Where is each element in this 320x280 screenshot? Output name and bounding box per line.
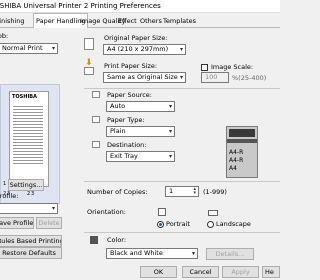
chevron-down-icon: ▾ [168,153,172,160]
delete-button[interactable]: Delete [36,217,62,229]
paper-source-value: Auto [110,102,126,110]
color-value: Black and White [110,249,163,257]
original-paper-icon [84,38,94,50]
destination-icon [92,141,100,148]
destination-label: Destination: [107,141,147,149]
chevron-down-icon: ▾ [179,46,183,53]
image-scale-range: %(25-400) [232,74,267,82]
copies-value: 1 [169,187,174,195]
orientation-label: Orientation: [87,208,126,216]
tab-templates[interactable]: Templates [161,15,198,27]
print-size-select[interactable]: Same as Original Size ▾ [103,72,186,83]
spinner-icon[interactable]: ▴ ▾ [193,187,196,196]
paper-type-select[interactable]: Plain ▾ [106,126,175,137]
image-scale-input[interactable]: 100 [201,72,229,83]
job-label: Job: [0,32,9,40]
tab-others[interactable]: Others [138,15,164,27]
rules-based-printings-button[interactable]: Rules Based Printings... [0,235,62,247]
profile-label: Profile: [0,192,19,200]
chevron-down-icon: ▾ [168,128,172,135]
chevron-down-icon: ▾ [168,103,172,110]
print-size-value: Same as Original Size [107,73,178,81]
landscape-icon [208,210,218,216]
paper-source-label: Paper Source: [107,91,152,99]
image-scale-label: Image Scale: [211,63,254,71]
chevron-down-icon: ▾ [51,205,55,212]
tray-label-2: A4-R [229,157,244,164]
printer-top [229,129,255,137]
separator [84,88,280,89]
tray-label-1: A4-R [229,149,244,156]
print-paper-icon [84,67,94,75]
save-profile-button[interactable]: Save Profile [0,217,34,229]
job-value: Normal Print [2,44,43,52]
tab-effect[interactable]: Effect [116,15,139,27]
original-size-select[interactable]: A4 (210 x 297mm) ▾ [103,44,186,55]
help-button[interactable]: He [262,266,280,278]
portrait-radio[interactable] [157,221,164,228]
job-select[interactable]: Normal Print ▾ [0,43,58,54]
printer-output-tray [227,139,257,143]
copies-range: (1-999) [203,188,227,196]
color-icon [90,236,98,244]
copies-input[interactable]: 1 ▴ ▾ [165,186,199,197]
preview-page: TOSHIBA [9,91,49,187]
tab-bar: Finishing Paper Handling Image Quality E… [0,13,280,28]
print-size-label: Print Paper Size: [104,62,158,70]
apply-button[interactable]: Apply [222,266,259,278]
chevron-down-icon: ▾ [179,74,183,81]
separator [84,232,280,233]
portrait-icon [158,208,166,216]
color-select[interactable]: Black and White ▾ [106,248,198,259]
landscape-radio[interactable] [207,221,214,228]
restore-defaults-button[interactable]: Restore Defaults [0,247,62,259]
original-size-label: Original Paper Size: [104,34,168,42]
paper-source-select[interactable]: Auto ▾ [106,101,175,112]
printer-image: A4-R A4-R A4 [226,126,258,178]
paper-type-icon [92,116,100,123]
image-scale-checkbox[interactable] [201,64,208,71]
paper-type-label: Paper Type: [107,116,145,124]
chevron-down-icon: ▾ [191,250,195,257]
destination-select[interactable]: Exit Tray ▾ [106,151,175,162]
tray-label-3: A4 [229,165,237,172]
preview-num-1: 1 [3,181,7,187]
window-title: TOSHIBA Universal Printer 2 Printing Pre… [0,2,161,10]
left-panel: Job: Normal Print ▾ TOSHIBA 1 2 3 2 3 Se… [0,28,63,280]
separator [84,181,280,182]
landscape-label: Landscape [216,220,251,228]
preview-num-5: 3 [31,191,35,197]
details-button[interactable]: Details... [206,248,254,260]
original-size-value: A4 (210 x 297mm) [107,45,169,53]
tab-finishing[interactable]: Finishing [0,15,27,27]
ok-button[interactable]: OK [140,266,177,278]
destination-value: Exit Tray [110,152,138,160]
chevron-down-icon: ▾ [51,45,55,52]
color-label: Color: [107,236,127,244]
title-bar: TOSHIBA Universal Printer 2 Printing Pre… [0,0,280,13]
settings-button[interactable]: Settings... [8,179,44,191]
paper-type-value: Plain [110,127,126,135]
preview-num-4: 2 [27,191,31,197]
paper-source-icon [92,91,100,98]
copies-label: Number of Copies: [87,188,148,196]
preview-lines [13,104,43,164]
cancel-button[interactable]: Cancel [182,266,219,278]
portrait-label: Portrait [166,220,190,228]
image-scale-value: 100 [205,73,218,81]
preview-brand: TOSHIBA [12,94,37,100]
profile-select[interactable]: ▾ [0,203,58,214]
